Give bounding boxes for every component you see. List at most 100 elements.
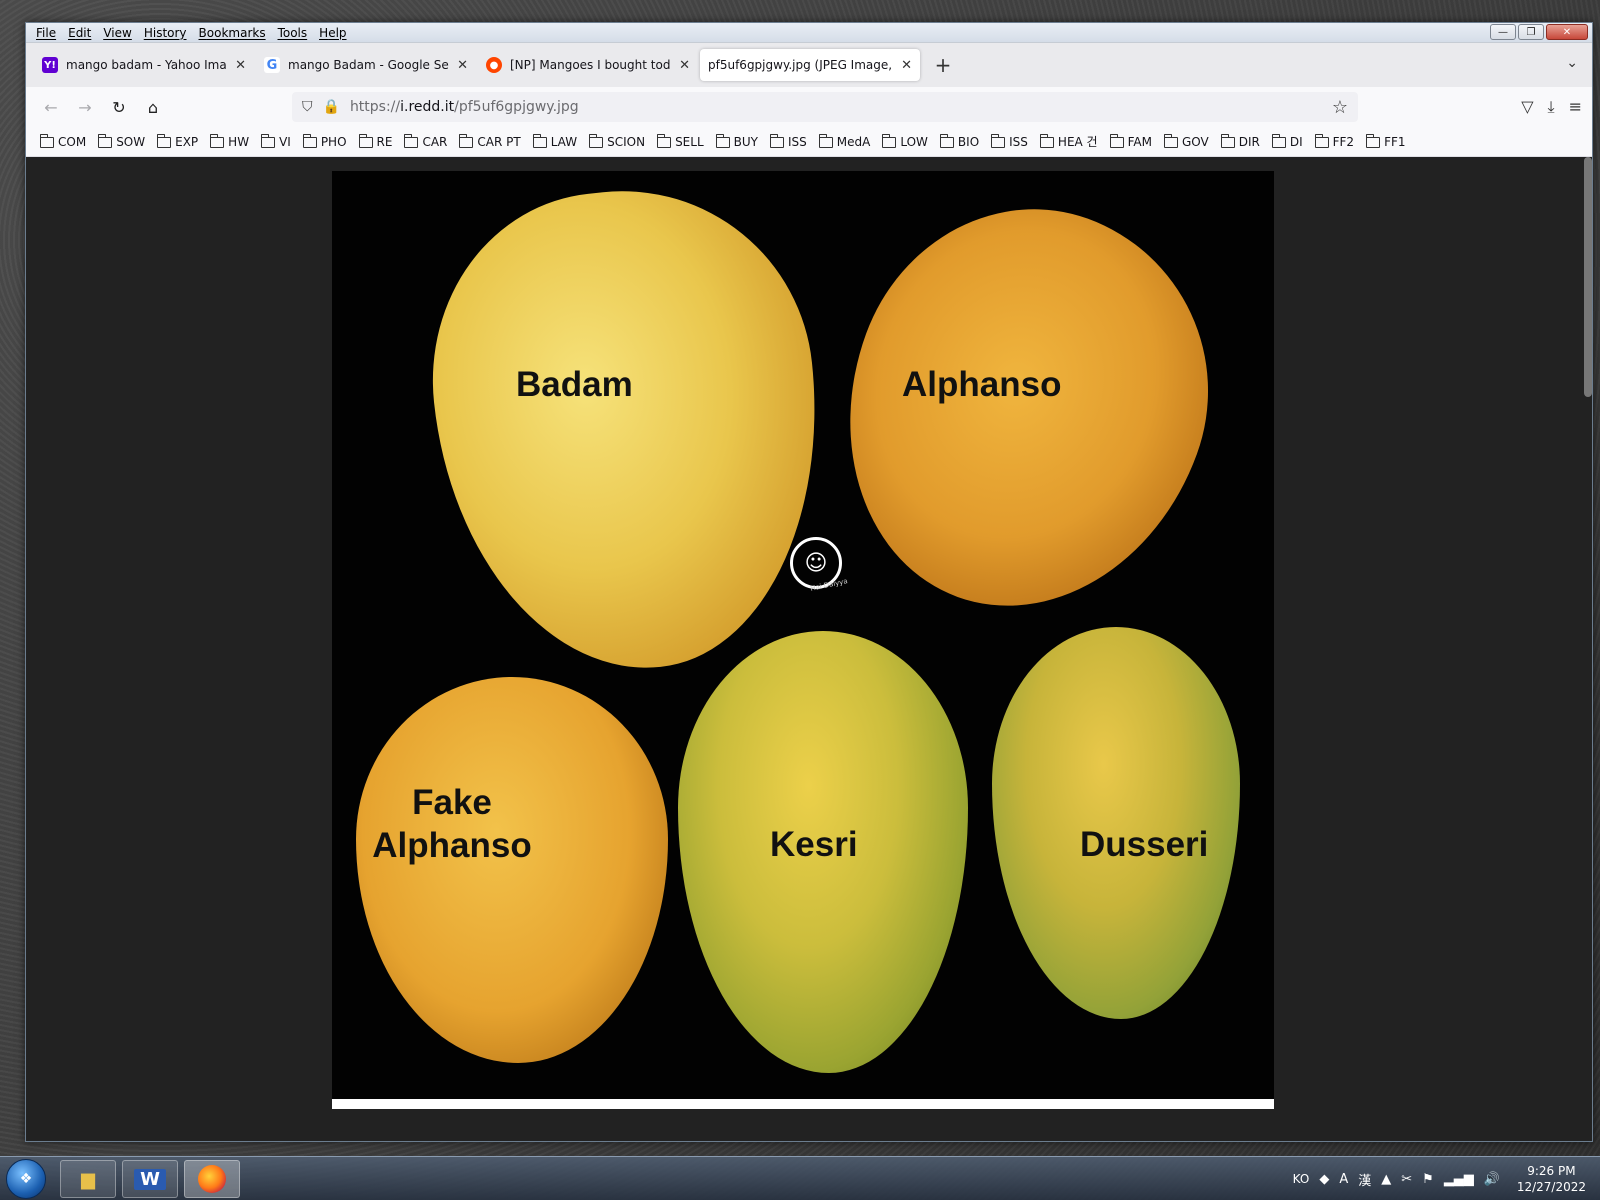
folder-icon (358, 133, 373, 148)
network-tools-icon[interactable]: ✂ (1401, 1172, 1412, 1187)
menu-history[interactable]: History (138, 23, 193, 43)
bookmark-label: ISS (788, 134, 807, 149)
folder-icon (1163, 133, 1178, 148)
close-icon[interactable]: ✕ (901, 58, 912, 73)
bookmark-folder[interactable]: BIO (939, 133, 979, 149)
folder-icon (1039, 133, 1054, 148)
language-indicator[interactable]: KO (1293, 1172, 1310, 1186)
list-all-tabs-icon[interactable]: ⌄ (1566, 55, 1578, 71)
bookmark-folder[interactable]: FAM (1109, 133, 1152, 149)
scrollbar[interactable] (1584, 157, 1592, 397)
bookmark-label: MedA (836, 134, 871, 149)
bookmark-folder[interactable]: VI (261, 133, 291, 149)
new-tab-button[interactable]: + (928, 50, 958, 80)
bookmark-label: BUY (733, 134, 758, 149)
bookmark-folder[interactable]: MedA (818, 133, 871, 149)
bookmark-label: FF2 (1332, 134, 1355, 149)
ime-mode[interactable]: A (1339, 1172, 1348, 1187)
bookmark-star-icon[interactable]: ☆ (1332, 97, 1348, 118)
toolbar-right: ▽ ⤓ ≡ (1521, 97, 1582, 117)
menu-file[interactable]: File (30, 23, 62, 43)
bookmark-folder[interactable]: DIR (1220, 133, 1260, 149)
clock[interactable]: 9:26 PM 12/27/2022 (1517, 1163, 1586, 1195)
close-icon[interactable]: ✕ (679, 58, 690, 73)
pocket-icon[interactable]: ▽ (1521, 97, 1533, 117)
ime-hanja[interactable]: 漢 (1358, 1170, 1371, 1189)
bookmark-folder[interactable]: HEA 건 (1039, 133, 1098, 150)
reload-button[interactable]: ↻ (102, 92, 136, 122)
minimize-button[interactable]: — (1490, 24, 1516, 40)
bookmark-label: RE (376, 134, 393, 149)
bookmark-label: GOV (1181, 134, 1209, 149)
bookmark-label: PHO (320, 134, 347, 149)
folder-icon (818, 133, 833, 148)
folder-icon (302, 133, 317, 148)
close-icon[interactable]: ✕ (457, 58, 468, 73)
ime-pad-icon[interactable]: ◆ (1319, 1172, 1329, 1187)
folder-icon (715, 133, 730, 148)
downloads-icon[interactable]: ⤓ (1548, 97, 1555, 117)
bookmark-folder[interactable]: EXP (157, 133, 199, 149)
menu-bookmarks[interactable]: Bookmarks (193, 23, 272, 43)
tab-reddit[interactable]: ● [NP] Mangoes I bought today! : ✕ (478, 49, 698, 81)
signal-icon[interactable]: ▂▄▆ (1444, 1172, 1474, 1187)
menu-help[interactable]: Help (313, 23, 352, 43)
start-button[interactable]: ❖ (6, 1159, 46, 1199)
shield-icon[interactable]: ⛉ (302, 99, 313, 115)
close-icon[interactable]: ✕ (235, 58, 246, 73)
bookmark-label: FF1 (1384, 134, 1406, 149)
back-button[interactable]: ← (34, 92, 68, 122)
label-kesri: Kesri (770, 825, 858, 864)
mango-alphanso (792, 171, 1260, 658)
menu-tools[interactable]: Tools (272, 23, 314, 43)
bookmark-folder[interactable]: LAW (532, 133, 577, 149)
window-controls: — ❐ ✕ (1490, 24, 1588, 40)
title-menu-bar: File Edit View History Bookmarks Tools H… (26, 23, 1592, 43)
bookmark-folder[interactable]: FF1 (1366, 133, 1406, 149)
clock-date: 12/27/2022 (1516, 1180, 1586, 1194)
bookmark-label: EXP (175, 134, 199, 149)
home-button[interactable]: ⌂ (136, 92, 170, 122)
folder-icon (157, 133, 172, 148)
label-alphanso: Alphanso (902, 365, 1062, 404)
folder-icon (1220, 133, 1235, 148)
bookmark-folder[interactable]: SELL (657, 133, 704, 149)
tab-yahoo[interactable]: Y! mango badam - Yahoo Image S ✕ (34, 49, 254, 81)
bookmark-folder[interactable]: ISS (770, 133, 807, 149)
maximize-button[interactable]: ❐ (1518, 24, 1544, 40)
bookmark-folder[interactable]: CAR PT (459, 133, 521, 149)
bookmark-folder[interactable]: RE (358, 133, 393, 149)
close-button[interactable]: ✕ (1546, 24, 1588, 40)
folder-icon (1366, 133, 1381, 148)
bookmark-folder[interactable]: HW (210, 133, 249, 149)
action-center-icon[interactable]: ⚑ (1422, 1172, 1434, 1187)
bookmark-folder[interactable]: LOW (882, 133, 928, 149)
bookmark-label: SELL (675, 134, 704, 149)
menu-edit[interactable]: Edit (62, 23, 97, 43)
hamburger-menu-icon[interactable]: ≡ (1569, 97, 1582, 117)
lock-icon[interactable]: 🔒 (323, 99, 340, 115)
forward-button[interactable]: → (68, 92, 102, 122)
bookmark-label: VI (279, 134, 291, 149)
bookmark-label: DI (1289, 134, 1303, 149)
bookmark-folder[interactable]: BUY (715, 133, 758, 149)
volume-icon[interactable]: 🔊 (1484, 1172, 1500, 1187)
menu-view[interactable]: View (97, 23, 137, 43)
show-hidden-icons[interactable]: ▲ (1381, 1172, 1391, 1187)
taskbar-word-icon[interactable]: W (122, 1160, 178, 1198)
taskbar-explorer-icon[interactable]: ▆ (60, 1160, 116, 1198)
bookmark-folder[interactable]: SCION (589, 133, 645, 149)
mango-photo[interactable]: Badam Alphanso Fake Alphanso Kesri Dusse… (332, 171, 1274, 1099)
bookmark-folder[interactable]: COM (40, 133, 86, 149)
bookmark-folder[interactable]: SOW (98, 133, 145, 149)
bookmark-folder[interactable]: ISS (991, 133, 1028, 149)
bookmark-folder[interactable]: PHO (302, 133, 347, 149)
url-bar[interactable]: ⛉ 🔒 https://i.redd.it/pf5uf6gpjgwy.jpg ☆ (292, 92, 1358, 122)
tab-image-active[interactable]: pf5uf6gpjgwy.jpg (JPEG Image, 961 ✕ (700, 49, 920, 81)
tab-google[interactable]: G mango Badam - Google Search ✕ (256, 49, 476, 81)
taskbar-firefox-icon[interactable] (184, 1160, 240, 1198)
bookmark-folder[interactable]: CAR (404, 133, 447, 149)
bookmark-folder[interactable]: DI (1271, 133, 1303, 149)
bookmark-folder[interactable]: GOV (1163, 133, 1209, 149)
bookmark-folder[interactable]: FF2 (1314, 133, 1355, 149)
